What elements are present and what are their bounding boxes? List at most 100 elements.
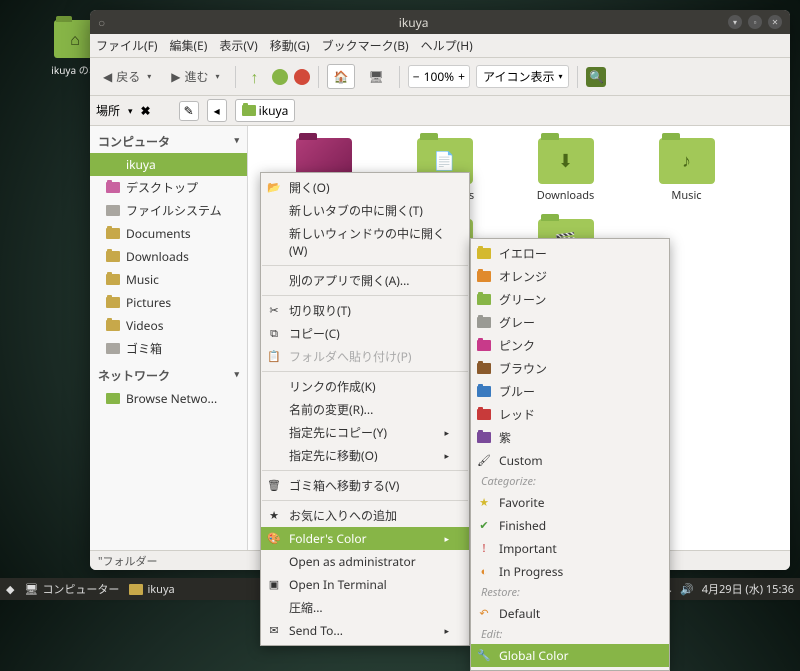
taskbar-ikuya[interactable]: ikuya — [129, 582, 174, 597]
zoom-out-icon[interactable]: − — [413, 68, 420, 85]
folder-icon — [129, 584, 143, 595]
color-red[interactable]: レッド — [471, 403, 669, 426]
sidebar-item-documents[interactable]: Documents — [90, 222, 247, 245]
color-grey[interactable]: グレー — [471, 311, 669, 334]
close-button[interactable]: ✕ — [768, 15, 782, 29]
submenu-head-categorize: Categorize: — [471, 472, 669, 491]
toolbar: ◀ 戻る ▶ 進む ↑ 🏠 🖥 − 100% + アイコン表示▾ 🔍 — [90, 58, 790, 96]
ctx-trash[interactable]: 🗑ゴミ箱へ移動する(V) — [261, 474, 469, 497]
ctx-paste: 📋フォルダへ貼り付け(P) — [261, 345, 469, 368]
color-brown[interactable]: ブラウン — [471, 357, 669, 380]
reload-button[interactable] — [272, 69, 288, 85]
ctx-link[interactable]: リンクの作成(K) — [261, 375, 469, 398]
up-button[interactable]: ↑ — [244, 62, 266, 92]
sidebar-item-pictures[interactable]: Pictures — [90, 291, 247, 314]
sidebar-item-videos[interactable]: Videos — [90, 314, 247, 337]
window-title: ikuya — [105, 14, 722, 31]
taskbar-computer[interactable]: 🖥コンピューター — [24, 581, 119, 597]
cat-important[interactable]: !Important — [471, 537, 669, 560]
color-submenu: イエロー オレンジ グリーン グレー ピンク ブラウン ブルー レッド 紫 🖌C… — [470, 238, 670, 671]
menu-edit[interactable]: 編集(E) — [169, 37, 207, 54]
window-bullet-icon: ○ — [98, 14, 105, 31]
sidebar-head-computer[interactable]: コンピュータ▾ — [90, 130, 247, 153]
folder-downloads[interactable]: ⬇Downloads — [508, 138, 623, 203]
menu-view[interactable]: 表示(V) — [219, 37, 257, 54]
submenu-head-edit: Edit: — [471, 625, 669, 644]
color-yellow[interactable]: イエロー — [471, 242, 669, 265]
home-button[interactable]: 🏠 — [327, 64, 356, 89]
color-blue[interactable]: ブルー — [471, 380, 669, 403]
sidebar-item-filesystem[interactable]: ファイルシステム — [90, 199, 247, 222]
back-button[interactable]: ◀ 戻る — [96, 64, 158, 89]
breadcrumb-ikuya[interactable]: ikuya — [235, 99, 296, 122]
cat-finished[interactable]: ✔Finished — [471, 514, 669, 537]
wrench-icon: 🔧 — [477, 649, 491, 663]
search-button[interactable]: 🔍 — [586, 67, 606, 87]
sidebar-item-ikuya[interactable]: ikuya — [90, 153, 247, 176]
color-custom[interactable]: 🖌Custom — [471, 449, 669, 472]
stop-button[interactable] — [294, 69, 310, 85]
ctx-copy-to[interactable]: 指定先にコピー(Y)▸ — [261, 421, 469, 444]
ctx-send-to[interactable]: ✉Send To...▸ — [261, 619, 469, 642]
menu-go[interactable]: 移動(G) — [270, 37, 310, 54]
ctx-compress[interactable]: 圧縮... — [261, 596, 469, 619]
ctx-open-tab[interactable]: 新しいタブの中に開く(T) — [261, 199, 469, 222]
copy-icon: ⧉ — [267, 327, 281, 341]
palette-icon: 🎨 — [267, 532, 281, 546]
sidebar-item-network[interactable]: Browse Netwo... — [90, 387, 247, 410]
color-orange[interactable]: オレンジ — [471, 265, 669, 288]
ctx-open[interactable]: 📂開く(O) — [261, 176, 469, 199]
minimize-button[interactable]: ▾ — [728, 15, 742, 29]
tray-clock[interactable]: 4月29日 (水) 15:36 — [702, 581, 794, 597]
ctx-add-favorite[interactable]: ★お気に入りへの追加 — [261, 504, 469, 527]
cut-icon: ✂ — [267, 304, 281, 318]
breadcrumb-back[interactable]: ◂ — [207, 99, 227, 122]
ctx-open-other[interactable]: 別のアプリで開く(A)... — [261, 269, 469, 292]
home-icon: ⌂ — [60, 26, 90, 52]
ctx-cut[interactable]: ✂切り取り(T) — [261, 299, 469, 322]
edit-path-button[interactable]: ✎ — [179, 101, 199, 121]
ctx-open-window[interactable]: 新しいウィンドウの中に開く(W) — [261, 222, 469, 262]
maximize-button[interactable]: ▫ — [748, 15, 762, 29]
paste-icon: 📋 — [267, 350, 281, 364]
submenu-head-restore: Restore: — [471, 583, 669, 602]
taskbar-menu-icon[interactable]: ◆ — [6, 582, 14, 597]
menu-help[interactable]: ヘルプ(H) — [421, 37, 473, 54]
ctx-copy[interactable]: ⧉コピー(C) — [261, 322, 469, 345]
location-clear-icon[interactable]: ✖ — [141, 102, 151, 119]
forward-button[interactable]: ▶ 進む — [164, 64, 226, 89]
trash-icon: 🗑 — [267, 479, 281, 493]
sidebar-item-trash[interactable]: ゴミ箱 — [90, 337, 247, 360]
sidebar-item-downloads[interactable]: Downloads — [90, 245, 247, 268]
ctx-open-terminal[interactable]: ▣Open In Terminal — [261, 573, 469, 596]
sidebar-item-desktop[interactable]: デスクトップ — [90, 176, 247, 199]
restore-default[interactable]: ↶Default — [471, 602, 669, 625]
folder-music[interactable]: ♪Music — [629, 138, 744, 203]
check-icon: ✔ — [477, 519, 491, 533]
up-arrow-icon: ↑ — [251, 66, 259, 88]
exclaim-icon: ! — [477, 542, 491, 556]
color-purple[interactable]: 紫 — [471, 426, 669, 449]
menu-bookmarks[interactable]: ブックマーク(B) — [322, 37, 409, 54]
ctx-open-admin[interactable]: Open as administrator — [261, 550, 469, 573]
zoom-in-icon[interactable]: + — [458, 68, 465, 85]
sidebar-item-music[interactable]: Music — [90, 268, 247, 291]
titlebar[interactable]: ○ ikuya ▾ ▫ ✕ — [90, 10, 790, 34]
menu-file[interactable]: ファイル(F) — [96, 37, 157, 54]
color-green[interactable]: グリーン — [471, 288, 669, 311]
computer-button[interactable]: 🖥 — [361, 64, 390, 89]
ctx-move-to[interactable]: 指定先に移動(O)▸ — [261, 444, 469, 467]
cat-favorite[interactable]: ★Favorite — [471, 491, 669, 514]
tray-volume-icon[interactable]: 🔊 — [680, 582, 694, 597]
zoom-level: 100% — [424, 68, 455, 85]
location-bar: 場所 ▾ ✖ ✎ ◂ ikuya — [90, 96, 790, 126]
context-menu: 📂開く(O) 新しいタブの中に開く(T) 新しいウィンドウの中に開く(W) 別の… — [260, 172, 470, 646]
view-mode-select[interactable]: アイコン表示▾ — [476, 65, 569, 88]
color-pink[interactable]: ピンク — [471, 334, 669, 357]
ctx-rename[interactable]: 名前の変更(R)... — [261, 398, 469, 421]
edit-global-color[interactable]: 🔧Global Color — [471, 644, 669, 667]
sidebar-head-network[interactable]: ネットワーク▾ — [90, 364, 247, 387]
cat-in-progress[interactable]: ◐In Progress — [471, 560, 669, 583]
ctx-folder-color[interactable]: 🎨Folder's Color▸ — [261, 527, 469, 550]
zoom-control[interactable]: − 100% + — [408, 65, 470, 88]
